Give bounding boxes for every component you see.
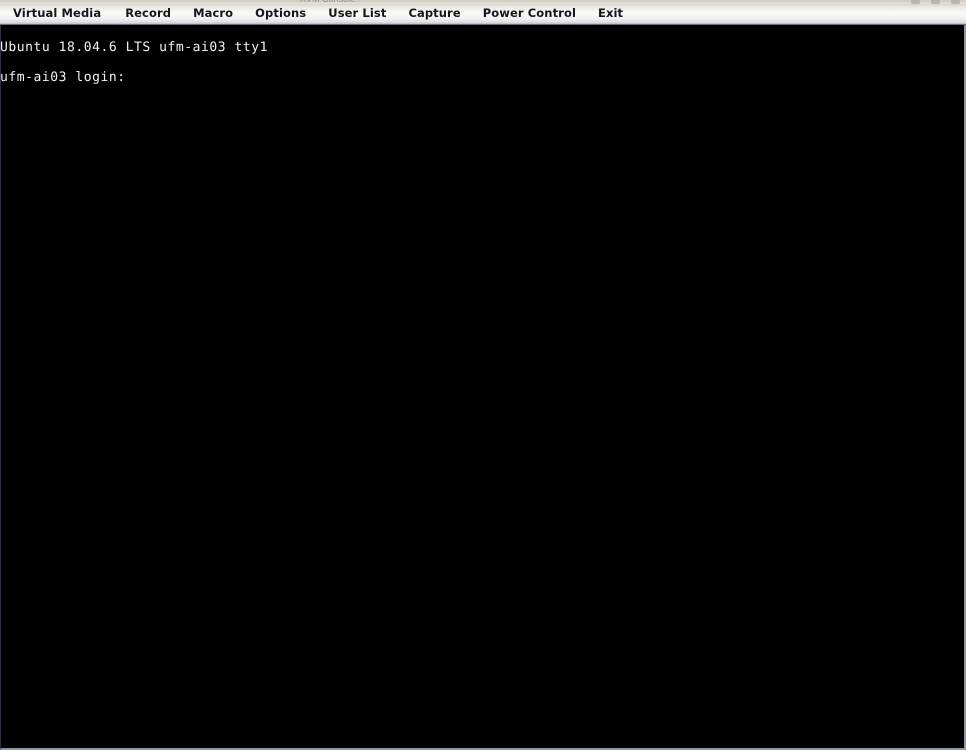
menu-virtual-media[interactable]: Virtual Media (6, 5, 108, 23)
menu-macro[interactable]: Macro (186, 5, 240, 23)
terminal-line-login-prompt: ufm-ai03 login: (1, 70, 126, 85)
menu-options[interactable]: Options (248, 5, 313, 23)
menu-exit[interactable]: Exit (591, 5, 630, 23)
kvm-console-window: KVM Console Virtual Media Record Macro O… (0, 0, 966, 750)
remote-console-screen[interactable]: Ubuntu 18.04.6 LTS ufm-ai03 tty1 ufm-ai0… (1, 25, 964, 746)
menu-record[interactable]: Record (118, 5, 178, 23)
menu-capture[interactable]: Capture (401, 5, 467, 23)
terminal-line-os-banner: Ubuntu 18.04.6 LTS ufm-ai03 tty1 (1, 40, 269, 55)
menu-bar: Virtual Media Record Macro Options User … (0, 4, 966, 25)
menu-user-list[interactable]: User List (321, 5, 393, 23)
console-frame: Ubuntu 18.04.6 LTS ufm-ai03 tty1 ufm-ai0… (0, 25, 966, 750)
menu-power-control[interactable]: Power Control (476, 5, 583, 23)
